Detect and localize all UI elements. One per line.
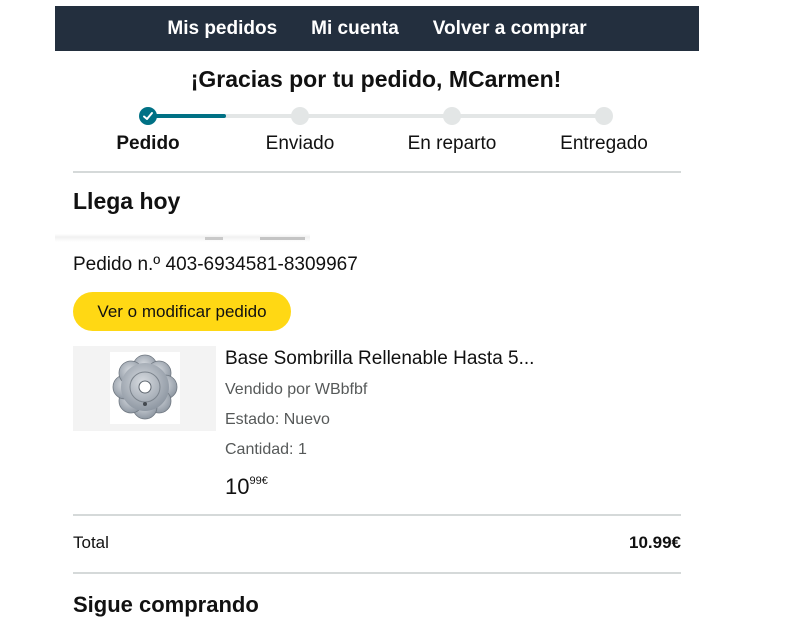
product-seller: Vendido por WBbfbf <box>225 381 368 398</box>
divider <box>73 171 681 173</box>
top-navigation: Mis pedidos Mi cuenta Volver a comprar <box>55 6 699 51</box>
step-label-out-for-delivery: En reparto <box>407 133 497 154</box>
thank-you-heading: ¡Gracias por tu pedido, MCarmen! <box>190 66 562 92</box>
nav-my-orders[interactable]: Mis pedidos <box>167 18 277 40</box>
product-price: 1099€ <box>225 474 268 500</box>
step-label-shipped: Enviado <box>265 133 335 154</box>
keep-shopping-heading: Sigue comprando <box>73 592 259 617</box>
product-condition: Estado: Nuevo <box>225 411 330 428</box>
umbrella-base-icon <box>112 354 178 420</box>
total-value: 10.99€ <box>629 533 681 552</box>
product-quantity: Cantidad: 1 <box>225 441 307 458</box>
product-thumbnail[interactable] <box>73 346 216 431</box>
step-labels: Pedido Enviado En reparto Entregado <box>0 133 752 157</box>
arrival-heading: Llega hoy <box>73 188 181 214</box>
step-label-delivered: Entregado <box>560 133 648 154</box>
divider <box>73 514 681 516</box>
nav-buy-again[interactable]: Volver a comprar <box>433 18 587 40</box>
divider <box>73 572 681 574</box>
view-modify-order-button[interactable]: Ver o modificar pedido <box>73 292 291 331</box>
order-number: Pedido n.º 403-6934581-8309967 <box>73 254 358 275</box>
price-fraction: 99€ <box>249 475 268 487</box>
step-label-ordered: Pedido <box>116 133 180 154</box>
nav-my-account[interactable]: Mi cuenta <box>311 18 399 40</box>
step-dot-delivered <box>595 107 613 125</box>
redacted-address <box>55 222 310 242</box>
step-dot-shipped <box>291 107 309 125</box>
progress-fill <box>148 114 226 118</box>
product-title[interactable]: Base Sombrilla Rellenable Hasta 5... <box>225 348 534 370</box>
order-progress-tracker <box>139 106 613 126</box>
checkmark-icon <box>143 112 153 120</box>
total-label: Total <box>73 533 109 552</box>
step-dot-out-for-delivery <box>443 107 461 125</box>
step-dot-ordered <box>139 107 157 125</box>
price-whole: 10 <box>225 474 250 499</box>
